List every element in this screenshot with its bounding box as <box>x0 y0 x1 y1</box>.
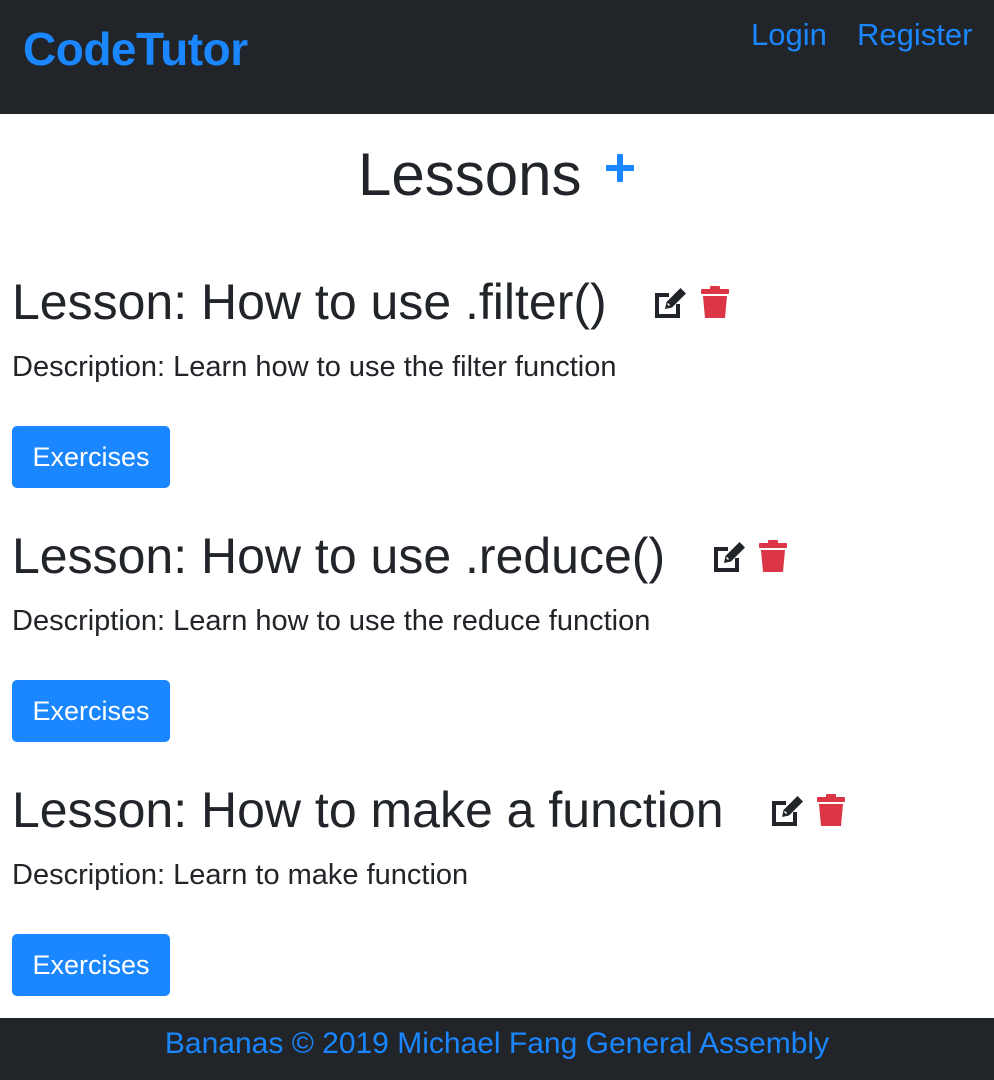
plus-icon[interactable] <box>604 152 636 184</box>
page-title: Lessons <box>358 141 582 208</box>
exercises-button[interactable]: Exercises <box>12 680 170 742</box>
trash-icon[interactable] <box>700 284 730 320</box>
lesson-description: Description: Learn how to use the filter… <box>12 351 617 383</box>
navbar: CodeTutor Login Register <box>0 0 994 114</box>
lesson-title-row: Lesson: How to use .filter() <box>12 272 730 332</box>
exercises-button[interactable]: Exercises <box>12 426 170 488</box>
trash-icon[interactable] <box>758 538 788 574</box>
footer-text: Bananas © 2019 Michael Fang General Asse… <box>164 1027 830 1060</box>
page-header: Lessons <box>0 140 994 210</box>
lesson-title-row: Lesson: How to make a function <box>12 780 846 840</box>
exercises-button[interactable]: Exercises <box>12 934 170 996</box>
edit-icon[interactable] <box>710 538 746 574</box>
lesson-description: Description: Learn how to use the reduce… <box>12 605 651 637</box>
register-link[interactable]: Register <box>857 16 972 54</box>
lesson-title-row: Lesson: How to use .reduce() <box>12 526 788 586</box>
lesson-description: Description: Learn to make function <box>12 859 469 891</box>
login-link[interactable]: Login <box>751 16 827 54</box>
lesson-title: Lesson: How to use .filter() <box>12 274 607 330</box>
brand-logo[interactable]: CodeTutor <box>23 22 248 76</box>
trash-icon[interactable] <box>816 792 846 828</box>
edit-icon[interactable] <box>768 792 804 828</box>
lesson-title: Lesson: How to make a function <box>12 782 724 838</box>
footer: Bananas © 2019 Michael Fang General Asse… <box>0 1018 994 1080</box>
lesson-title: Lesson: How to use .reduce() <box>12 528 666 584</box>
edit-icon[interactable] <box>651 284 687 320</box>
